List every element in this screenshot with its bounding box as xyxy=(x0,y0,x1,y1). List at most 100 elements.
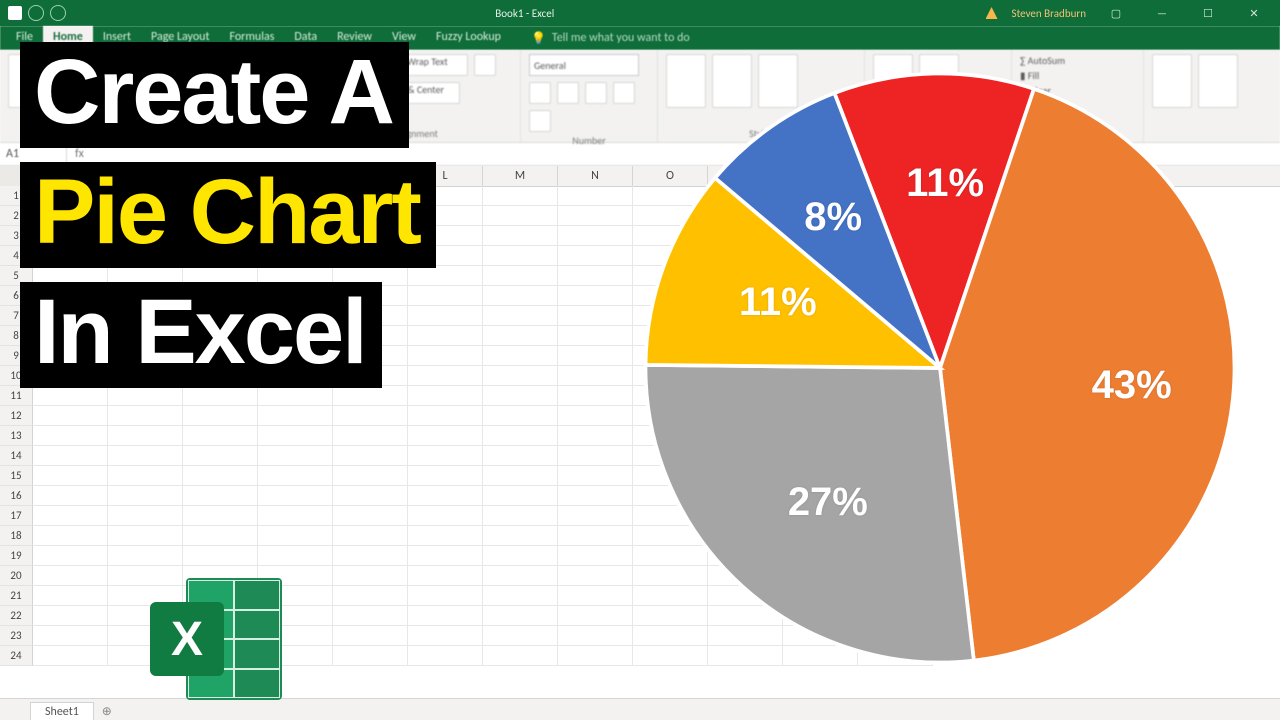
cell[interactable] xyxy=(708,446,783,466)
cell[interactable] xyxy=(108,186,183,206)
cell[interactable] xyxy=(783,286,858,306)
cell[interactable] xyxy=(333,286,408,306)
cell[interactable] xyxy=(108,326,183,346)
paste-button[interactable] xyxy=(8,54,48,108)
row-header[interactable]: 15 xyxy=(0,466,33,486)
cell[interactable] xyxy=(858,386,933,406)
cell[interactable] xyxy=(108,526,183,546)
cell[interactable] xyxy=(483,486,558,506)
cell[interactable] xyxy=(483,546,558,566)
cell[interactable] xyxy=(558,526,633,546)
cell[interactable] xyxy=(108,286,183,306)
cell[interactable] xyxy=(183,606,258,626)
sort-filter-button[interactable] xyxy=(1152,54,1192,108)
cell[interactable] xyxy=(333,386,408,406)
cell[interactable] xyxy=(783,186,858,206)
cell[interactable] xyxy=(783,566,858,586)
cell[interactable] xyxy=(558,406,633,426)
cell[interactable] xyxy=(333,546,408,566)
cell[interactable] xyxy=(483,206,558,226)
cell[interactable] xyxy=(633,546,708,566)
cell[interactable] xyxy=(258,466,333,486)
cell[interactable] xyxy=(858,286,933,306)
cell[interactable] xyxy=(633,446,708,466)
cell[interactable] xyxy=(258,386,333,406)
cell[interactable] xyxy=(183,546,258,566)
cell[interactable] xyxy=(108,626,183,646)
border-button[interactable] xyxy=(151,82,173,104)
name-box[interactable]: A1 xyxy=(0,145,67,163)
cell[interactable] xyxy=(483,326,558,346)
cell[interactable] xyxy=(258,346,333,366)
cell[interactable] xyxy=(108,246,183,266)
cell[interactable] xyxy=(708,486,783,506)
cell[interactable] xyxy=(558,446,633,466)
cell[interactable] xyxy=(333,306,408,326)
cell[interactable] xyxy=(558,326,633,346)
cell[interactable] xyxy=(558,366,633,386)
cell[interactable] xyxy=(408,646,483,666)
cell[interactable] xyxy=(183,386,258,406)
cell[interactable] xyxy=(858,226,933,246)
cell[interactable] xyxy=(558,626,633,646)
cell[interactable] xyxy=(183,266,258,286)
cell[interactable] xyxy=(108,306,183,326)
cell[interactable] xyxy=(708,206,783,226)
cell[interactable] xyxy=(183,506,258,526)
cell[interactable] xyxy=(858,426,933,446)
cell[interactable] xyxy=(333,266,408,286)
cell[interactable] xyxy=(108,426,183,446)
cell[interactable] xyxy=(333,466,408,486)
cell[interactable] xyxy=(108,466,183,486)
cell[interactable] xyxy=(258,406,333,426)
cell[interactable] xyxy=(258,246,333,266)
font-size-select[interactable]: 11 xyxy=(221,54,265,76)
column-header[interactable]: L xyxy=(408,166,483,186)
cell[interactable] xyxy=(708,266,783,286)
cell[interactable] xyxy=(33,306,108,326)
row-header[interactable]: 2 xyxy=(0,206,33,226)
cell[interactable] xyxy=(483,586,558,606)
column-header[interactable]: R xyxy=(858,166,933,186)
cell[interactable] xyxy=(258,206,333,226)
cell[interactable] xyxy=(483,526,558,546)
cell[interactable] xyxy=(708,246,783,266)
cell[interactable] xyxy=(558,586,633,606)
cell[interactable] xyxy=(633,586,708,606)
cell[interactable] xyxy=(633,646,708,666)
cell[interactable] xyxy=(558,606,633,626)
tab-fuzzy-lookup[interactable]: Fuzzy Lookup xyxy=(426,26,511,50)
cell[interactable] xyxy=(108,206,183,226)
cell[interactable] xyxy=(633,406,708,426)
cell[interactable] xyxy=(183,246,258,266)
cell[interactable] xyxy=(108,506,183,526)
cell[interactable] xyxy=(708,606,783,626)
cell[interactable] xyxy=(408,406,483,426)
cell[interactable] xyxy=(33,386,108,406)
cell[interactable] xyxy=(783,526,858,546)
cell[interactable] xyxy=(33,586,108,606)
cell[interactable] xyxy=(258,266,333,286)
cell[interactable] xyxy=(558,346,633,366)
cell[interactable] xyxy=(483,246,558,266)
tab-file[interactable]: File xyxy=(6,26,43,50)
cell[interactable] xyxy=(33,566,108,586)
fill-button[interactable]: ▮ Fill xyxy=(1020,69,1039,82)
cell[interactable] xyxy=(108,646,183,666)
cell[interactable] xyxy=(708,406,783,426)
clear-button[interactable]: ◇ Clear xyxy=(1020,84,1051,97)
cell[interactable] xyxy=(183,326,258,346)
cell[interactable] xyxy=(183,426,258,446)
cell[interactable] xyxy=(258,306,333,326)
cell[interactable] xyxy=(333,186,408,206)
cell[interactable] xyxy=(708,386,783,406)
cell[interactable] xyxy=(783,206,858,226)
cell[interactable] xyxy=(708,286,783,306)
row-header[interactable]: 24 xyxy=(0,646,33,666)
cell[interactable] xyxy=(333,346,408,366)
column-header[interactable]: P xyxy=(708,166,783,186)
cell[interactable] xyxy=(408,266,483,286)
cell[interactable] xyxy=(633,306,708,326)
cell[interactable] xyxy=(33,606,108,626)
cell[interactable] xyxy=(708,226,783,246)
